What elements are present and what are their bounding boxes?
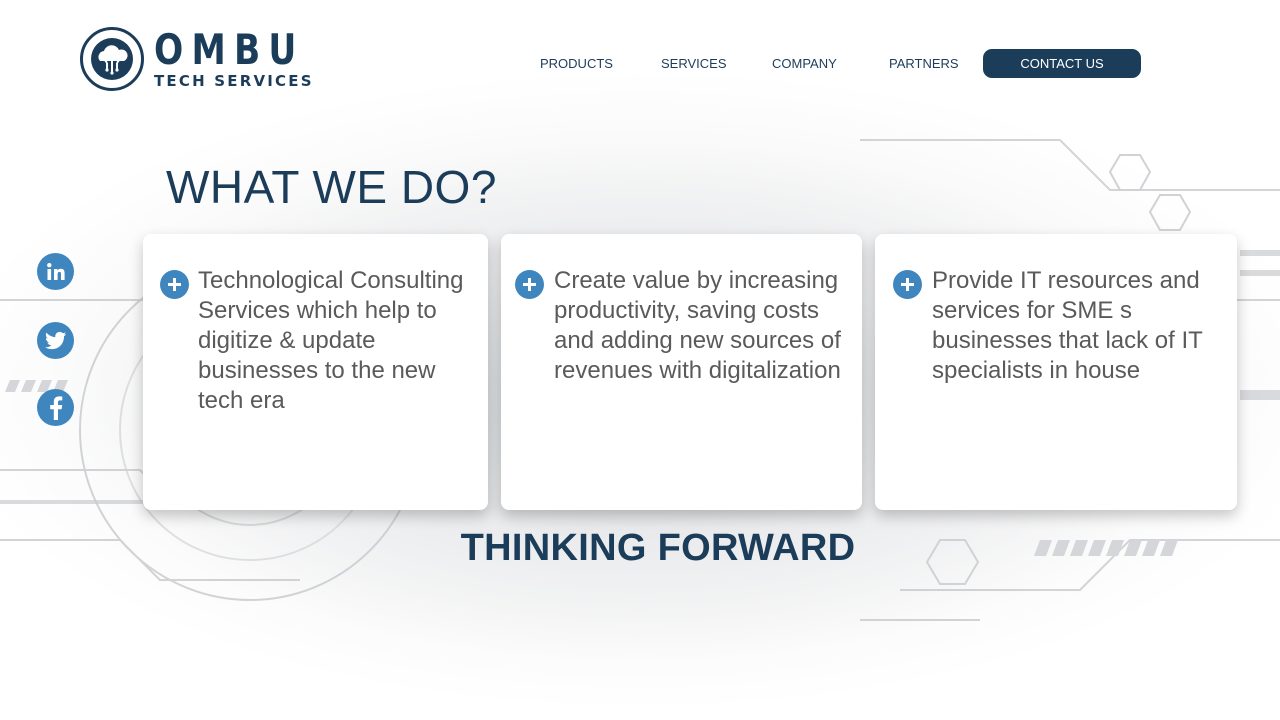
cloud-circuit-icon xyxy=(80,27,144,91)
service-card-value: Create value by increasing productivity,… xyxy=(501,234,862,510)
nav-services[interactable]: SERVICES xyxy=(661,49,727,78)
nav-company[interactable]: COMPANY xyxy=(772,49,837,78)
plus-icon[interactable] xyxy=(893,270,922,299)
nav-partners[interactable]: PARTNERS xyxy=(889,49,959,78)
card-text: Provide IT resources and services for SM… xyxy=(932,267,1203,384)
tagline: THINKING FORWARD xyxy=(460,527,856,569)
card-text: Technological Consulting Services which … xyxy=(198,267,464,414)
brand-subtitle: TECH SERVICES xyxy=(154,72,314,90)
facebook-icon[interactable] xyxy=(37,389,74,426)
brand-name: OMBU xyxy=(154,25,305,74)
nav-products[interactable]: PRODUCTS xyxy=(540,49,613,78)
service-card-consulting: Technological Consulting Services which … xyxy=(143,234,488,510)
linkedin-icon[interactable] xyxy=(37,253,74,290)
brand-logo[interactable]: OMBU TECH SERVICES xyxy=(80,27,338,91)
service-card-it-resources: Provide IT resources and services for SM… xyxy=(875,234,1237,510)
page-title: WHAT WE DO? xyxy=(166,161,497,213)
plus-icon[interactable] xyxy=(160,270,189,299)
card-text: Create value by increasing productivity,… xyxy=(554,267,841,384)
twitter-icon[interactable] xyxy=(37,322,74,359)
contact-us-button[interactable]: CONTACT US xyxy=(983,49,1141,78)
plus-icon[interactable] xyxy=(515,270,544,299)
